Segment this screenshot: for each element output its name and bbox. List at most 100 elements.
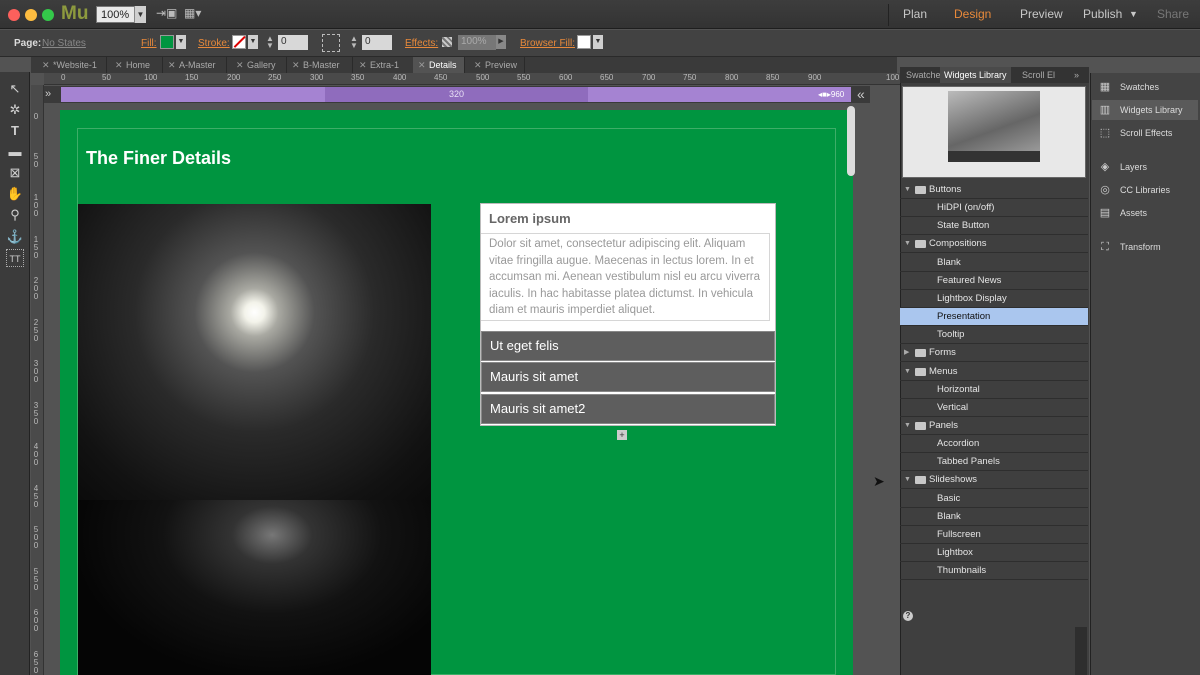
add-panel-icon[interactable]: + xyxy=(617,430,627,440)
stroke-width-input[interactable]: 0 xyxy=(278,35,308,50)
stroke-swatch[interactable] xyxy=(232,35,246,49)
fill-swatch[interactable] xyxy=(160,35,174,49)
accordion-tab[interactable]: Mauris sit amet2 xyxy=(481,394,775,424)
widget-item[interactable]: Blank xyxy=(900,508,1088,526)
dock-cc-libraries[interactable]: ◎ CC Libraries xyxy=(1092,180,1198,200)
tab-swatches[interactable]: Swatche xyxy=(902,67,945,83)
plan-mode-button[interactable]: Plan xyxy=(903,7,927,21)
canvas-scrollbar[interactable] xyxy=(847,106,855,176)
widget-item[interactable]: Presentation xyxy=(900,308,1088,327)
widget-item[interactable]: Accordion xyxy=(900,435,1088,454)
widget-folder[interactable]: ▼ Panels xyxy=(900,417,1088,435)
widget-item[interactable]: Vertical xyxy=(900,399,1088,417)
close-icon[interactable]: ✕ xyxy=(115,57,123,73)
chevron-double-right-icon[interactable]: » xyxy=(45,88,51,100)
accordion-tab[interactable]: Mauris sit amet xyxy=(481,362,775,392)
design-mode-button[interactable]: Design xyxy=(954,7,991,21)
widget-folder[interactable]: ▶ Forms xyxy=(900,344,1088,363)
tab-a-master[interactable]: ✕ A-Master xyxy=(163,57,227,73)
accordion-title[interactable]: Lorem ipsum xyxy=(489,211,571,226)
stepper-icon[interactable]: ▲ ▼ xyxy=(350,35,358,50)
zoom-tool-icon[interactable]: ⚲ xyxy=(6,206,24,224)
chevron-down-icon[interactable]: ▼ xyxy=(904,471,911,488)
text-tool-icon[interactable]: T xyxy=(6,122,24,140)
chevron-double-left-icon[interactable]: « xyxy=(857,86,865,102)
panel-scrollbar[interactable] xyxy=(1075,627,1087,675)
publish-button[interactable]: Publish xyxy=(1083,7,1122,21)
corner-radius-input[interactable]: 0 xyxy=(362,35,392,50)
tab-details[interactable]: ✕ Details xyxy=(413,57,465,73)
widget-item[interactable]: Lightbox xyxy=(900,544,1088,562)
fill-label[interactable]: Fill: xyxy=(141,38,157,49)
widget-folder[interactable]: ▼ Menus xyxy=(900,363,1088,381)
chevron-right-icon[interactable]: ▶ xyxy=(904,344,909,361)
image-frame-tool-icon[interactable]: ⊠ xyxy=(6,164,24,182)
widget-item[interactable]: Featured News xyxy=(900,272,1088,290)
stroke-label[interactable]: Stroke: xyxy=(198,38,230,49)
text-frame-tool-icon[interactable]: TT xyxy=(6,249,24,267)
dock-swatches[interactable]: ▦ Swatches xyxy=(1092,77,1198,97)
tab-website-1[interactable]: ✕ *Website-1 xyxy=(37,57,107,73)
dock-transform[interactable]: ⛶ Transform xyxy=(1092,237,1198,257)
chevron-down-icon[interactable]: ▼ xyxy=(593,35,603,49)
rectangle-tool-icon[interactable]: ▬ xyxy=(6,143,24,161)
chevron-down-icon[interactable]: ▼ xyxy=(904,363,911,380)
chevron-down-icon[interactable]: ▼ xyxy=(248,35,258,49)
dock-assets[interactable]: ▤ Assets xyxy=(1092,203,1198,223)
place-icon[interactable]: ⇥▣ xyxy=(156,6,177,22)
chevron-down-icon[interactable]: ▼ xyxy=(134,6,146,23)
widget-folder[interactable]: ▼ Compositions xyxy=(900,235,1088,254)
chevron-down-icon[interactable]: ▼ xyxy=(176,35,186,49)
tab-gallery[interactable]: ✕ Gallery xyxy=(231,57,287,73)
widget-item[interactable]: Thumbnails xyxy=(900,562,1088,581)
chevron-down-icon[interactable]: ▼ xyxy=(1129,9,1138,19)
share-button[interactable]: Share xyxy=(1157,7,1189,21)
widget-folder[interactable]: ▼ Buttons xyxy=(900,181,1088,199)
tab-preview[interactable]: ✕ Preview xyxy=(469,57,525,73)
anchor-tool-icon[interactable]: ⚓ xyxy=(6,228,24,246)
close-icon[interactable]: ✕ xyxy=(168,57,176,73)
browser-fill-label[interactable]: Browser Fill: xyxy=(520,38,575,49)
widget-item[interactable]: Tooltip xyxy=(900,326,1088,345)
widget-item[interactable]: Tabbed Panels xyxy=(900,453,1088,472)
horizontal-ruler[interactable]: 0 50 100 150 200 250 300 350 400 450 500… xyxy=(44,73,900,85)
page-heading[interactable]: The Finer Details xyxy=(86,148,231,169)
close-icon[interactable]: ✕ xyxy=(474,57,482,73)
accordion-body-text[interactable]: Dolor sit amet, consectetur adipiscing e… xyxy=(489,236,769,319)
widget-item[interactable]: Fullscreen xyxy=(900,526,1088,544)
hand-tool-icon[interactable]: ✋ xyxy=(6,185,24,203)
widget-item[interactable]: Lightbox Display xyxy=(900,290,1088,308)
close-icon[interactable]: ✕ xyxy=(359,57,367,73)
help-icon[interactable]: ? xyxy=(903,611,913,621)
chevron-down-icon[interactable]: ▼ xyxy=(904,235,911,252)
accordion-tab[interactable]: Ut eget felis xyxy=(481,331,775,361)
crop-tool-icon[interactable]: ✲ xyxy=(6,101,24,119)
widget-item[interactable]: State Button xyxy=(900,217,1088,236)
chevron-down-icon[interactable]: ▼ xyxy=(904,181,911,198)
effects-label[interactable]: Effects: xyxy=(405,38,438,49)
maximize-window-button[interactable] xyxy=(42,9,54,21)
breakpoint-960[interactable]: ◂■▸960 xyxy=(818,87,844,102)
display-options-icon[interactable]: ▦▾ xyxy=(184,6,201,22)
dock-layers[interactable]: ◈ Layers xyxy=(1092,157,1198,177)
breakpoint-320[interactable]: 320 xyxy=(325,87,588,102)
minimize-window-button[interactable] xyxy=(25,9,37,21)
close-icon[interactable]: ✕ xyxy=(42,57,50,73)
close-window-button[interactable] xyxy=(8,9,20,21)
vertical-ruler[interactable]: 0 50 100 150 200 250 300 350 400 450 500… xyxy=(31,85,44,675)
page-states[interactable]: No States xyxy=(42,38,86,49)
tab-scroll-effects[interactable]: Scroll El xyxy=(1018,67,1059,83)
tab-b-master[interactable]: ✕ B-Master xyxy=(287,57,353,73)
browser-fill-swatch[interactable] xyxy=(577,35,591,49)
tab-widgets-library[interactable]: Widgets Library xyxy=(940,67,1011,83)
chevron-right-icon[interactable]: ▶ xyxy=(496,35,506,49)
dock-widgets[interactable]: ▥ Widgets Library xyxy=(1092,100,1198,120)
chevron-double-right-icon[interactable]: » xyxy=(1070,67,1083,83)
tab-extra-1[interactable]: ✕ Extra-1 xyxy=(354,57,414,73)
close-icon[interactable]: ✕ xyxy=(236,57,244,73)
close-icon[interactable]: ✕ xyxy=(418,57,426,73)
opacity-input[interactable]: 100% xyxy=(458,35,496,50)
tab-home[interactable]: ✕ Home xyxy=(110,57,163,73)
chevron-down-icon[interactable]: ▼ xyxy=(904,417,911,434)
widget-item[interactable]: Horizontal xyxy=(900,381,1088,399)
